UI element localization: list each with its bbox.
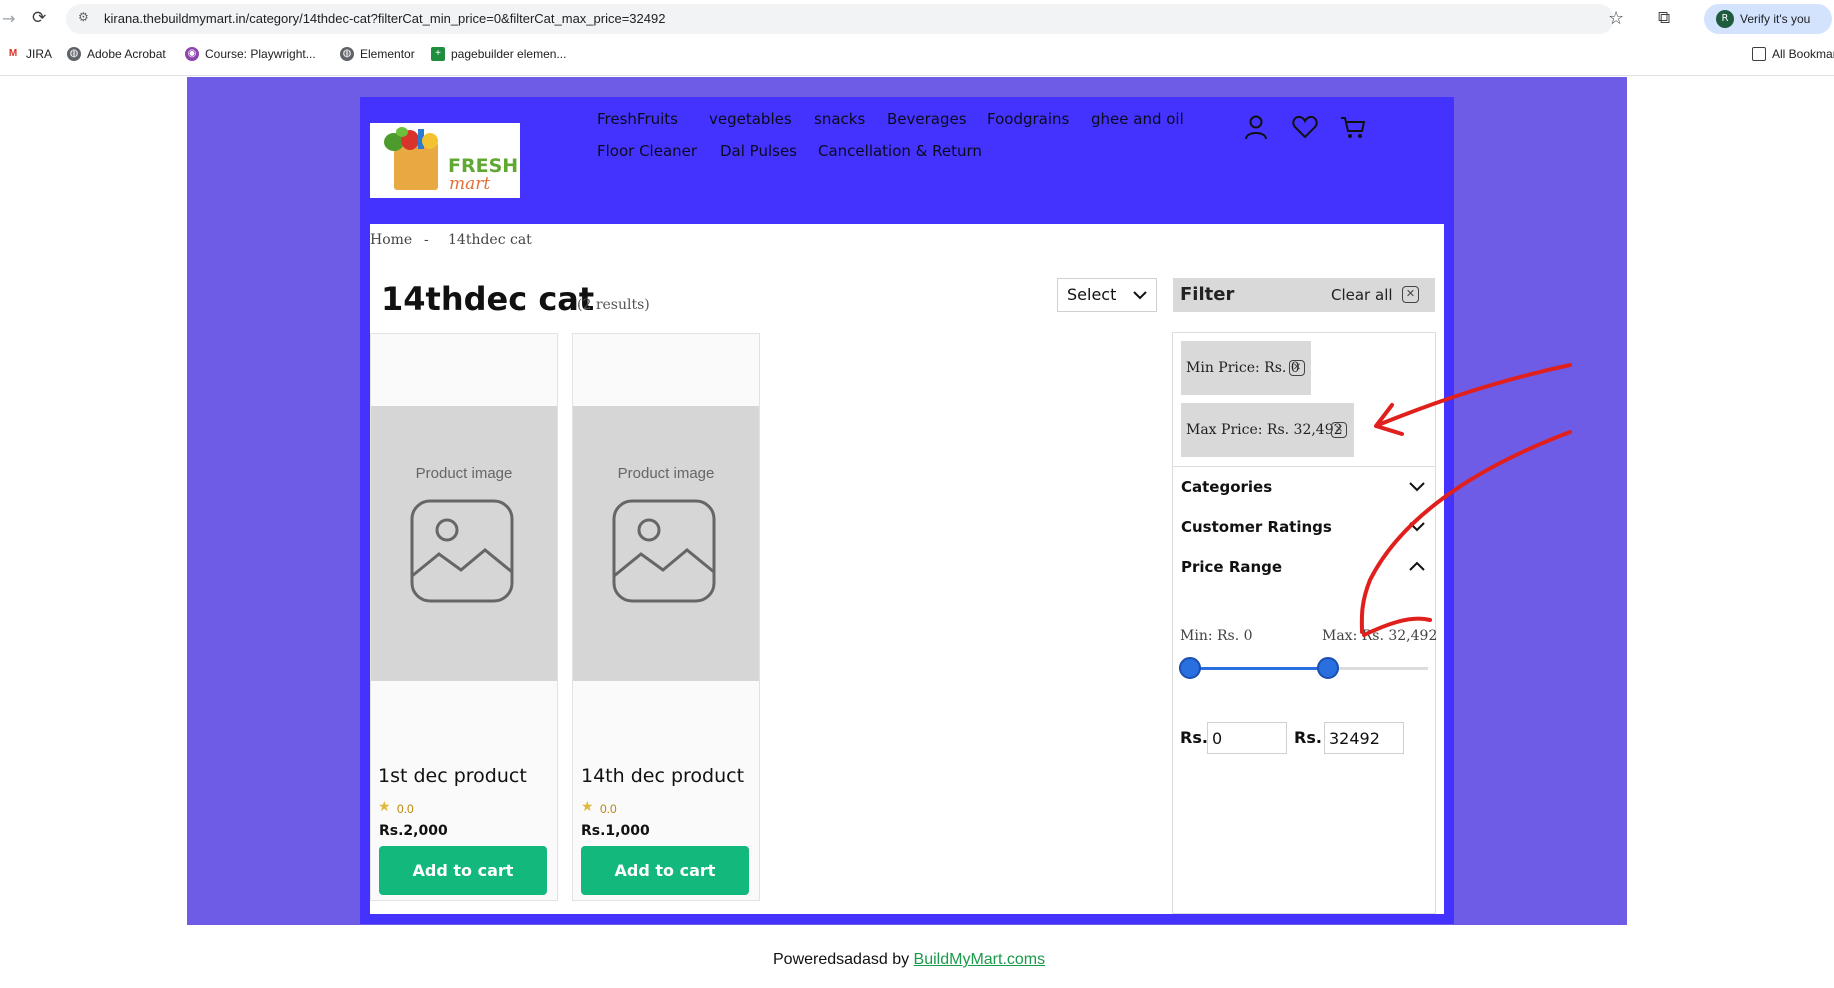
- bookmark-label: pagebuilder elemen...: [451, 47, 567, 61]
- max-price-currency: Rs.: [1294, 728, 1322, 747]
- close-icon[interactable]: ✕: [1331, 422, 1347, 438]
- menu-item-dal-pulses[interactable]: Dal Pulses: [720, 142, 797, 160]
- menu-item-beverages[interactable]: Beverages: [887, 110, 967, 128]
- bookmark-all-bookmarks[interactable]: All Bookmarks: [1752, 47, 1834, 61]
- product-price: Rs.1,000: [581, 823, 650, 839]
- site-settings-icon[interactable]: ⚙: [78, 10, 94, 26]
- min-price-input[interactable]: [1207, 722, 1287, 754]
- breadcrumb-home[interactable]: Home: [370, 232, 412, 248]
- product-price: Rs.2,000: [379, 823, 448, 839]
- bookmark-elementor[interactable]: ◍ Elementor: [340, 47, 415, 61]
- cart-icon[interactable]: [1339, 113, 1367, 141]
- menu-item-floor-cleaner[interactable]: Floor Cleaner: [597, 142, 697, 160]
- star-icon: ★: [581, 799, 594, 815]
- product-rating: 0.0: [600, 802, 617, 816]
- footer-powered-by: Poweredsadasd by BuildMyMart.coms: [773, 951, 1045, 969]
- bookmark-label: Adobe Acrobat: [87, 47, 166, 61]
- product-image-text: Product image: [415, 465, 513, 482]
- star-icon: ★: [378, 799, 391, 815]
- product-rating: 0.0: [397, 802, 414, 816]
- clear-all-button[interactable]: Clear all: [1331, 286, 1393, 304]
- min-price-currency: Rs.: [1180, 728, 1208, 747]
- filter-chip-label: Max Price: Rs. 32,492: [1186, 422, 1343, 438]
- bookmark-pagebuilder[interactable]: + pagebuilder elemen...: [431, 47, 566, 61]
- product-name[interactable]: 14th dec product: [581, 765, 744, 787]
- close-icon[interactable]: ✕: [1289, 360, 1305, 376]
- sort-select-label: Select: [1067, 285, 1117, 304]
- profile-avatar[interactable]: R: [1716, 10, 1734, 28]
- chevron-up-icon[interactable]: [1408, 560, 1426, 572]
- menu-item-freshfruits[interactable]: FreshFruits: [597, 110, 678, 128]
- url-text[interactable]: kirana.thebuildmymart.in/category/14thde…: [104, 11, 665, 26]
- bookmark-jira[interactable]: M JIRA: [6, 47, 52, 61]
- course-icon: ◉: [185, 47, 199, 61]
- image-placeholder-icon: [410, 499, 514, 603]
- breadcrumb-current: 14thdec cat: [448, 232, 532, 248]
- bookmark-label: Elementor: [360, 47, 415, 61]
- profile-label[interactable]: Verify it's you: [1740, 12, 1810, 26]
- chevron-down-icon[interactable]: [1408, 520, 1426, 532]
- chevron-down-icon: [1133, 291, 1147, 300]
- breadcrumb-separator: -: [424, 232, 429, 248]
- menu-item-snacks[interactable]: snacks: [814, 110, 865, 128]
- chevron-down-icon[interactable]: [1408, 480, 1426, 492]
- filter-title: Filter: [1180, 284, 1235, 305]
- filter-section-customer-ratings[interactable]: Customer Ratings: [1181, 518, 1332, 536]
- heart-icon[interactable]: [1291, 113, 1319, 141]
- back-arrow-icon[interactable]: →: [2, 9, 16, 28]
- filter-chip-label: Min Price: Rs. 0: [1186, 360, 1300, 376]
- folder-icon: [1752, 47, 1766, 61]
- globe-icon: ◍: [340, 47, 354, 61]
- filter-section-categories[interactable]: Categories: [1181, 478, 1272, 496]
- menu-item-vegetables[interactable]: vegetables: [709, 110, 792, 128]
- price-slider-max-handle[interactable]: [1317, 657, 1340, 679]
- sheets-icon: +: [431, 47, 445, 61]
- price-slider-min-handle[interactable]: [1179, 657, 1201, 679]
- add-to-cart-button[interactable]: Add to cart: [581, 846, 749, 895]
- page-title: 14thdec cat: [381, 280, 595, 318]
- menu-item-foodgrains[interactable]: Foodgrains: [987, 110, 1069, 128]
- range-min-label: Min: Rs. 0: [1180, 628, 1253, 644]
- user-icon[interactable]: [1242, 113, 1270, 141]
- filter-divider: [1172, 466, 1436, 467]
- add-to-cart-button[interactable]: Add to cart: [379, 846, 547, 895]
- logo-text-mart: mart: [449, 174, 491, 194]
- close-icon[interactable]: ✕: [1402, 286, 1419, 303]
- product-image-text: Product image: [617, 465, 715, 482]
- bookmark-label: Course: Playwright...: [205, 47, 316, 61]
- bookmark-label: JIRA: [26, 47, 53, 61]
- reload-icon[interactable]: ⟳: [32, 8, 52, 28]
- extensions-icon[interactable]: ⧉: [1658, 8, 1670, 28]
- image-placeholder-icon: [612, 499, 716, 603]
- menu-item-ghee-and-oil[interactable]: ghee and oil: [1091, 110, 1184, 128]
- globe-icon: ◍: [67, 47, 81, 61]
- footer-link[interactable]: BuildMyMart.coms: [914, 951, 1046, 968]
- bookmark-adobe-acrobat[interactable]: ◍ Adobe Acrobat: [67, 47, 166, 61]
- gmail-icon: M: [6, 47, 20, 61]
- range-max-label: Max: Rs. 32,492: [1322, 628, 1438, 644]
- bookmark-star-icon[interactable]: ☆: [1608, 8, 1624, 29]
- menu-item-cancellation-return[interactable]: Cancellation & Return: [818, 142, 982, 160]
- bookmark-label: All Bookmarks: [1772, 47, 1834, 61]
- footer-prefix: Poweredsadasd by: [773, 951, 914, 968]
- filter-section-price-range[interactable]: Price Range: [1181, 558, 1282, 576]
- max-price-input[interactable]: [1324, 722, 1404, 754]
- result-count: (2 results): [577, 297, 650, 313]
- bookmark-course-playwright[interactable]: ◉ Course: Playwright...: [185, 47, 316, 61]
- price-slider-fill: [1190, 667, 1329, 670]
- product-name[interactable]: 1st dec product: [378, 765, 527, 787]
- vegetables-icon: [384, 127, 438, 151]
